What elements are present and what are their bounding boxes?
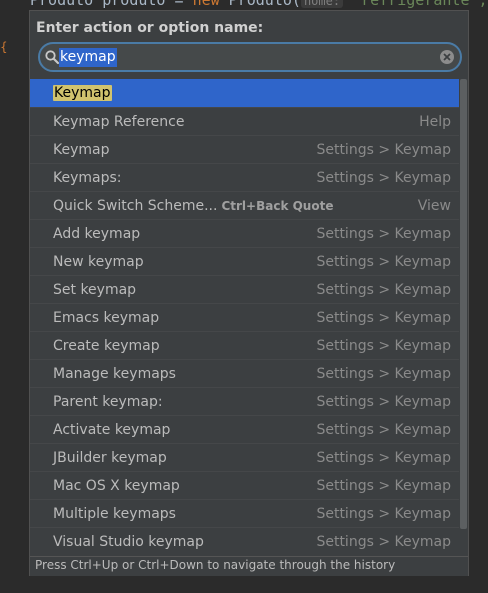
action-name: Quick Switch Scheme... Ctrl+Back Quote — [53, 198, 334, 214]
action-name: Keymap — [53, 142, 110, 158]
list-item[interactable]: Keymap Settings > Keymap — [30, 135, 460, 163]
list-item[interactable]: Set keymap Settings > Keymap — [30, 275, 460, 303]
action-name: Manage keymaps — [53, 366, 176, 382]
list-item[interactable]: Keymap — [30, 79, 460, 107]
list-item[interactable]: New keymap Settings > Keymap — [30, 247, 460, 275]
action-name: Keymap — [53, 85, 112, 101]
clear-icon[interactable] — [439, 49, 455, 65]
list-item[interactable]: JBuilder keymap Settings > Keymap — [30, 443, 460, 471]
action-name: Multiple keymaps — [53, 506, 176, 522]
list-item[interactable]: Quick Switch Scheme... Ctrl+Back Quote Vie… — [30, 191, 460, 219]
action-name: Mac OS X keymap — [53, 478, 180, 494]
action-category: Settings > Keymap — [316, 142, 451, 158]
gutter-brace-icon: { — [0, 40, 8, 54]
action-category: Settings > Keymap — [316, 534, 451, 550]
action-name: Parent keymap: — [53, 394, 163, 410]
popup-title: Enter action or option name: — [36, 20, 264, 36]
action-name: New keymap — [53, 254, 144, 270]
action-category: Settings > Keymap — [316, 450, 451, 466]
action-name: Add keymap — [53, 226, 141, 242]
action-name: Emacs keymap — [53, 310, 160, 326]
list-item[interactable]: Activate keymap Settings > Keymap — [30, 415, 460, 443]
action-category: Settings > Keymap — [316, 254, 451, 270]
action-category: View — [417, 198, 451, 214]
list-item[interactable]: Keymap Reference Help — [30, 107, 460, 135]
action-category: Settings > Keymap — [316, 506, 451, 522]
list-item[interactable]: Parent keymap: Settings > Keymap — [30, 387, 460, 415]
list-item[interactable]: Visual Studio keymap Settings > Keymap — [30, 527, 460, 555]
parameter-hint: nome: — [300, 0, 344, 8]
action-name: JBuilder keymap — [53, 450, 167, 466]
action-shortcut: Ctrl+Back Quote — [221, 199, 334, 213]
action-name: Activate keymap — [53, 422, 171, 438]
list-item[interactable]: Add keymap Settings > Keymap — [30, 219, 460, 247]
action-name: Create keymap — [53, 338, 160, 354]
code-line[interactable]: Produto produto = new Produto(nome: "ref… — [30, 0, 488, 9]
action-category: Settings > Keymap — [316, 338, 451, 354]
action-category: Settings > Keymap — [316, 282, 451, 298]
scrollbar[interactable] — [459, 79, 467, 555]
action-category: Help — [419, 114, 451, 130]
action-category: Settings > Keymap — [316, 478, 451, 494]
scrollbar-thumb[interactable] — [460, 79, 467, 529]
list-item[interactable]: Keymaps: Settings > Keymap — [30, 163, 460, 191]
status-bar: Press Ctrl+Up or Ctrl+Down to navigate t… — [30, 556, 468, 576]
list-item[interactable]: Multiple keymaps Settings > Keymap — [30, 499, 460, 527]
action-category: Settings > Keymap — [316, 422, 451, 438]
search-field[interactable]: keymap — [38, 42, 462, 72]
action-name: Set keymap — [53, 282, 137, 298]
list-item[interactable]: Manage keymaps Settings > Keymap — [30, 359, 460, 387]
list-item[interactable]: Mac OS X keymap Settings > Keymap — [30, 471, 460, 499]
action-name: Visual Studio keymap — [53, 534, 204, 550]
search-icon — [45, 50, 60, 65]
list-item[interactable]: Emacs keymap Settings > Keymap — [30, 303, 460, 331]
action-name: Keymap Reference — [53, 114, 185, 130]
action-category: Settings > Keymap — [316, 226, 451, 242]
search-input-selection: keymap — [59, 48, 117, 67]
find-action-popup: Enter action or option name: keymap Keym… — [29, 10, 469, 576]
action-category: Settings > Keymap — [316, 170, 451, 186]
list-item[interactable]: Create keymap Settings > Keymap — [30, 331, 460, 359]
action-name: Keymaps: — [53, 170, 122, 186]
action-category: Settings > Keymap — [316, 366, 451, 382]
action-category: Settings > Keymap — [316, 394, 451, 410]
action-category: Settings > Keymap — [316, 310, 451, 326]
action-list: Keymap Keymap Reference Help Keymap Settings… — [30, 79, 460, 555]
status-text: Press Ctrl+Up or Ctrl+Down to navigate t… — [35, 558, 396, 572]
